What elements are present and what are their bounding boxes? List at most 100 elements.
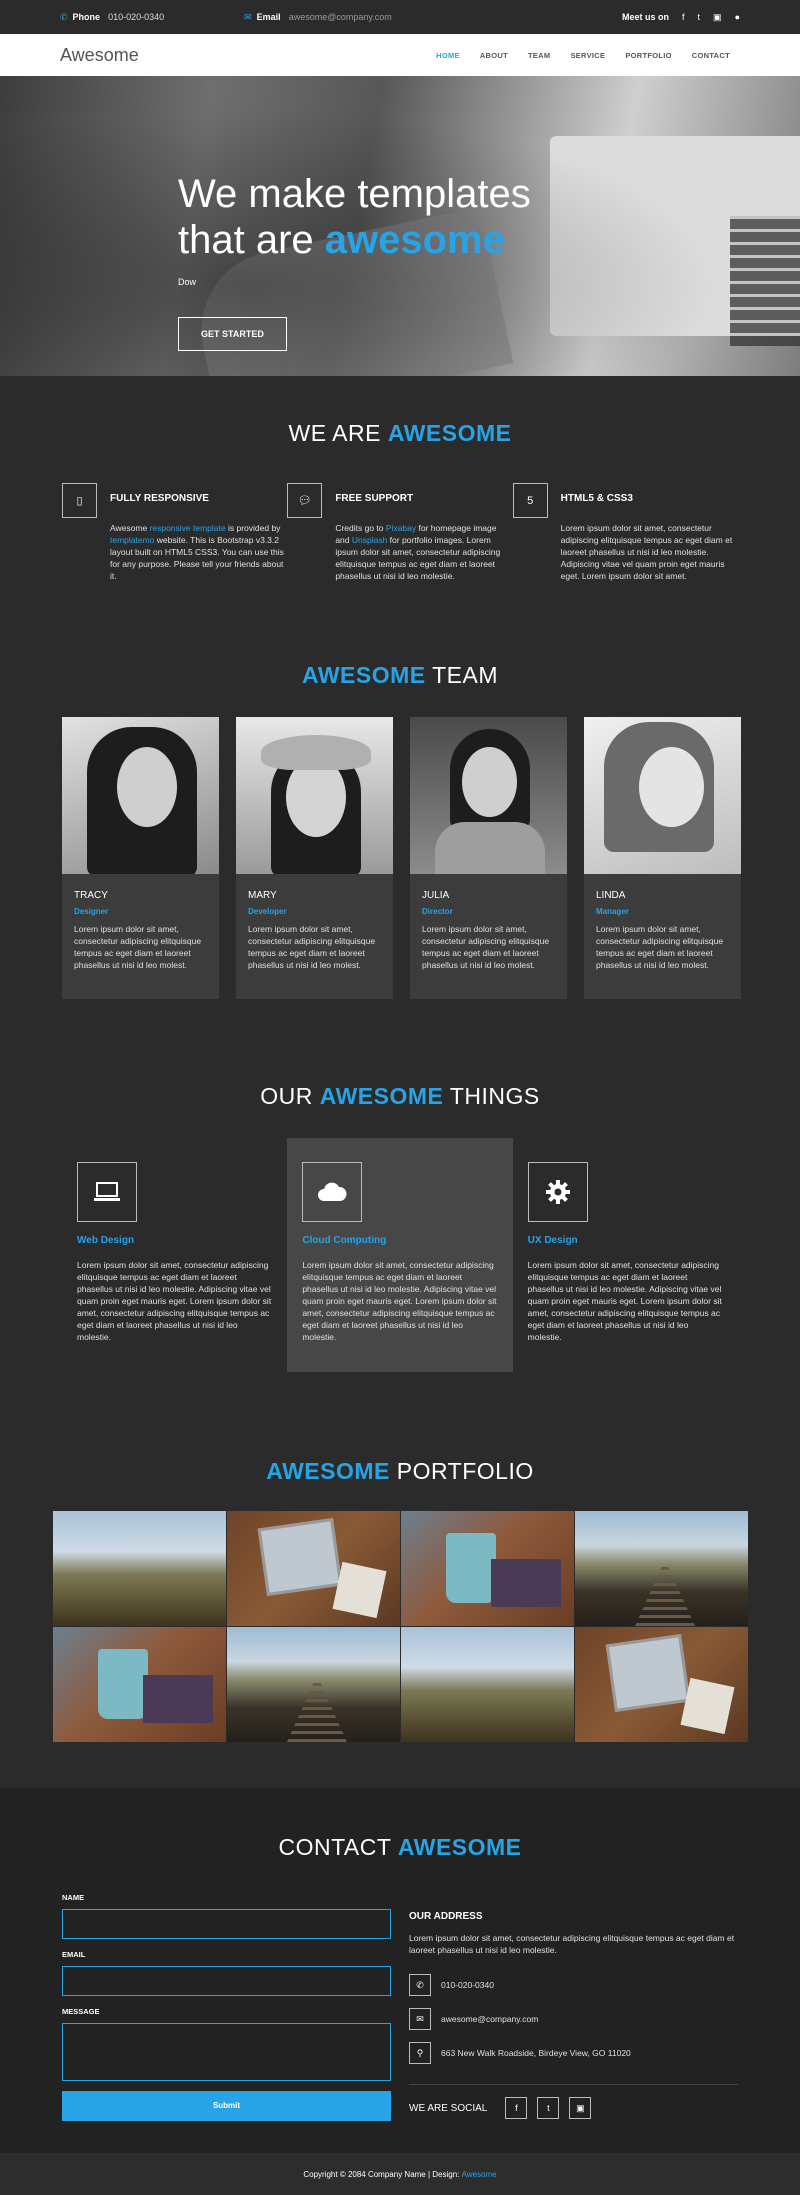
footer: Copyright © 2084 Company Name | Design: … [0,2153,800,2195]
address-title: OUR ADDRESS [409,1911,483,1922]
hero-heading: We make templates that are awesome [178,172,531,262]
portfolio-item[interactable] [575,1627,748,1742]
member-name: LINDA [596,890,626,901]
feature-support: 💬︎ FREE SUPPORT Credits go to Pixabay fo… [287,483,512,582]
link-responsive-template[interactable]: responsive template [150,523,226,533]
meet-label: Meet us on [622,12,670,22]
email-field[interactable] [62,1966,391,1996]
link-templatemo[interactable]: templatemo [110,535,154,545]
portfolio-item[interactable] [401,1511,574,1626]
main-navbar: Awesome HOME ABOUT TEAM SERVICE PORTFOLI… [0,34,800,76]
name-field[interactable] [62,1909,391,1939]
member-role: Manager [596,907,629,916]
section-title-about: WE ARE AWESOME [288,420,512,446]
get-started-button[interactable]: GET STARTED [178,317,287,351]
portfolio-item[interactable] [227,1627,400,1742]
footer-design-link[interactable]: Awesome [462,2170,497,2179]
contact-address: ⚲ 663 New Walk Roadside, Birdeye View, G… [409,2042,738,2064]
team-photo [584,717,741,874]
team-section: AWESOME TEAM TRACY Designer Lorem ipsum … [0,622,800,1039]
html5-icon: 5 [512,483,548,518]
submit-button[interactable]: Submit [62,2091,391,2121]
section-title-portfolio: AWESOME PORTFOLIO [266,1458,534,1484]
member-bio: Lorem ipsum dolor sit amet, consectetur … [596,924,724,970]
member-bio: Lorem ipsum dolor sit amet, consectetur … [248,924,376,970]
section-title-services: OUR AWESOME THINGS [260,1083,540,1109]
instagram-icon[interactable]: ▣ [569,2097,592,2119]
section-title-contact: CONTACT AWESOME [278,1834,522,1860]
team-photo [410,717,567,874]
team-card-linda: LINDA Manager Lorem ipsum dolor sit amet… [584,717,741,999]
social-links: WE ARE SOCIAL f t ▣ [409,2084,738,2119]
portfolio-item[interactable] [53,1627,226,1742]
link-unsplash[interactable]: Unsplash [352,535,387,545]
feature-html5: 5 HTML5 & CSS3 Lorem ipsum dolor sit ame… [512,483,738,582]
social-label: WE ARE SOCIAL [409,2102,488,2114]
envelope-icon: ✉ [409,2008,431,2030]
phone-icon: ✆ [60,11,68,22]
topbar-phone: ✆ Phone 010-020-0340 [60,12,164,23]
team-card-mary: MARY Developer Lorem ipsum dolor sit ame… [236,717,393,999]
member-bio: Lorem ipsum dolor sit amet, consectetur … [74,924,202,970]
email-value[interactable]: awesome@company.com [289,12,392,22]
facebook-icon[interactable]: f [505,2097,528,2119]
member-role: Designer [74,907,109,916]
team-card-julia: JULIA Director Lorem ipsum dolor sit ame… [410,717,567,999]
chat-bubble-icon: 💬︎ [287,483,323,518]
nav-menu: HOME ABOUT TEAM SERVICE PORTFOLIO CONTAC… [426,51,740,60]
member-name: MARY [248,890,277,901]
member-role: Developer [248,907,287,916]
service-cloud-computing: Cloud Computing Lorem ipsum dolor sit am… [287,1138,513,1372]
nav-item-team[interactable]: TEAM [518,51,560,60]
instagram-icon[interactable]: ▣ [713,12,722,23]
team-card-tracy: TRACY Designer Lorem ipsum dolor sit ame… [62,717,219,999]
nav-item-home[interactable]: HOME [426,51,470,60]
message-field[interactable] [62,2023,391,2081]
portfolio-grid [53,1511,748,1742]
message-label: MESSAGE [62,2007,100,2016]
apple-icon[interactable]: ● [735,12,740,22]
footer-copyright: Copyright © 2084 Company Name | Design: [303,2169,460,2179]
nav-item-contact[interactable]: CONTACT [682,51,740,60]
contact-email: ✉ awesome@company.com [409,2008,738,2030]
top-bar: ✆ Phone 010-020-0340 ✉ Email awesome@com… [0,0,800,34]
team-photo [62,717,219,874]
phone-icon: ✆ [409,1974,431,1996]
member-name: TRACY [74,890,108,901]
twitter-icon[interactable]: t [698,12,701,22]
link-pixabay[interactable]: Pixabay [386,523,416,533]
facebook-icon[interactable]: f [682,12,685,22]
topbar-email: ✉ Email awesome@company.com [244,12,392,23]
phone-value: 010-020-0340 [108,12,165,22]
portfolio-item[interactable] [227,1511,400,1626]
phone-label: Phone [72,12,101,22]
map-marker-icon: ⚲ [409,2042,431,2064]
nav-item-service[interactable]: SERVICE [560,51,615,60]
member-name: JULIA [422,890,450,901]
member-bio: Lorem ipsum dolor sit amet, consectetur … [422,924,550,970]
address-text: Lorem ipsum dolor sit amet, consectetur … [409,1933,735,1955]
services-section: OUR AWESOME THINGS Web Design Lorem ipsu… [0,1039,800,1412]
hero-section: We make templates that are awesome Dow G… [0,76,800,376]
address-panel: OUR ADDRESS Lorem ipsum dolor sit amet, … [409,1893,738,2121]
service-web-design: Web Design Lorem ipsum dolor sit amet, c… [62,1138,287,1372]
topbar-social: Meet us on f t ▣ ● [622,12,740,23]
portfolio-item[interactable] [575,1511,748,1626]
member-role: Director [422,907,453,916]
twitter-icon[interactable]: t [537,2097,560,2119]
email-label: EMAIL [62,1950,86,1959]
nav-item-about[interactable]: ABOUT [470,51,518,60]
portfolio-item[interactable] [53,1511,226,1626]
contact-section: CONTACT AWESOME NAME EMAIL MESSAGE Submi… [0,1788,800,2153]
email-label: Email [256,12,281,22]
team-photo [236,717,393,874]
contact-phone: ✆ 010-020-0340 [409,1974,738,1996]
nav-item-portfolio[interactable]: PORTFOLIO [615,51,681,60]
section-title-team: AWESOME TEAM [302,662,498,688]
envelope-icon: ✉ [244,11,252,22]
feature-responsive: ▯ FULLY RESPONSIVE Awesome responsive te… [62,483,287,582]
brand-logo[interactable]: Awesome [60,45,139,66]
hero-content: We make templates that are awesome Dow G… [178,171,531,351]
portfolio-item[interactable] [401,1627,574,1742]
mobile-icon: ▯ [62,483,97,518]
